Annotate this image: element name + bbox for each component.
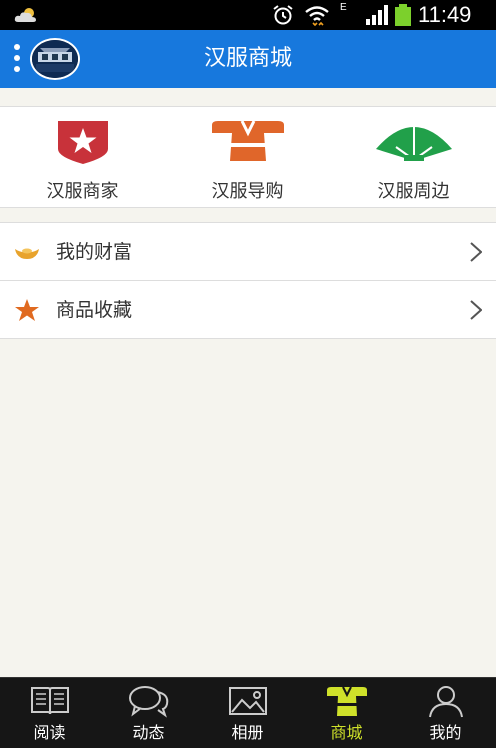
gold-ingot-icon: [15, 248, 39, 259]
signal-icon: [366, 5, 388, 25]
photo-album-icon: [228, 687, 267, 715]
merchant-badge-icon: [57, 121, 108, 164]
more-vertical-icon[interactable]: [13, 44, 21, 76]
tab-label: 动态: [132, 723, 165, 742]
wifi-icon: [305, 6, 329, 26]
avatar-image: [32, 40, 78, 78]
network-type-label: E: [340, 2, 347, 13]
status-bar: E 11:49: [0, 0, 496, 30]
book-icon: [30, 687, 69, 715]
tab-profile[interactable]: 我的: [396, 678, 495, 748]
avatar[interactable]: [30, 38, 80, 80]
app-header: 汉服商城: [0, 30, 496, 88]
category-label: 汉服商家: [46, 181, 119, 202]
tab-label: 相册: [231, 723, 264, 742]
category-merchants[interactable]: 汉服商家: [0, 107, 165, 209]
category-grid: 汉服商家 汉服导购 汉服周边: [0, 106, 496, 208]
category-label: 汉服周边: [377, 181, 450, 202]
hanfu-robe-icon: [211, 120, 284, 161]
chat-bubbles-icon: [128, 686, 168, 718]
tab-album[interactable]: 相册: [198, 678, 297, 748]
category-accessories[interactable]: 汉服周边: [331, 107, 496, 209]
battery-icon: [395, 4, 411, 26]
chevron-right-icon: [470, 242, 482, 262]
menu-list: 我的财富 商品收藏: [0, 222, 496, 339]
weather-cloud-icon: [14, 8, 37, 22]
tab-label: 阅读: [33, 723, 66, 742]
chevron-right-icon: [470, 300, 482, 320]
tab-reading[interactable]: 阅读: [0, 678, 99, 748]
status-time: 11:49: [418, 2, 472, 27]
tab-mall[interactable]: 商城: [297, 678, 396, 748]
tab-activity[interactable]: 动态: [99, 678, 198, 748]
person-icon: [428, 686, 463, 718]
folding-fan-icon: [375, 127, 452, 161]
hanfu-robe-icon: [326, 686, 367, 716]
bottom-navigation: 阅读 动态 相册 商城 我的: [0, 677, 496, 748]
list-item-favorites[interactable]: 商品收藏: [0, 281, 496, 339]
tab-label: 商城: [330, 723, 363, 742]
list-item-my-wealth[interactable]: 我的财富: [0, 223, 496, 281]
star-icon: [15, 299, 39, 321]
tab-label: 我的: [429, 723, 462, 742]
alarm-icon: [273, 5, 293, 25]
list-item-label: 我的财富: [56, 241, 133, 263]
list-item-label: 商品收藏: [56, 299, 133, 321]
category-shopping-guide[interactable]: 汉服导购: [165, 107, 330, 209]
category-label: 汉服导购: [211, 181, 284, 202]
